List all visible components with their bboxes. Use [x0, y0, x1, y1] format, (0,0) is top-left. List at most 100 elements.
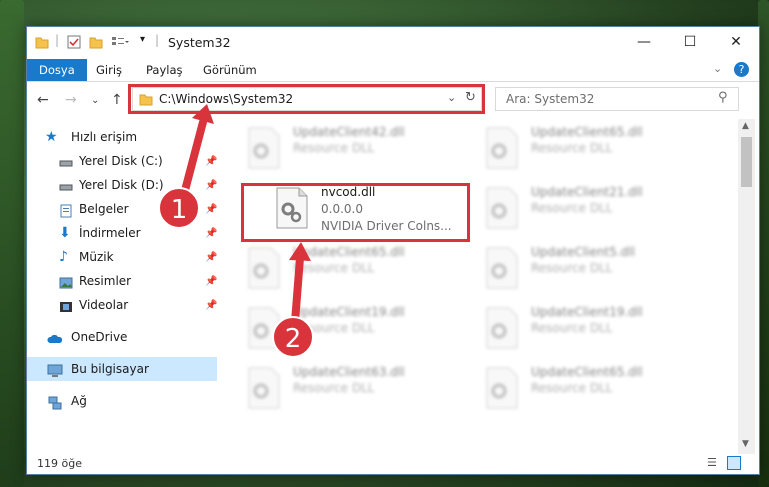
file-highlight	[241, 183, 470, 242]
folder-icon	[35, 35, 49, 52]
tab-file[interactable]: Dosya	[27, 59, 87, 81]
nav-item-label: Yerel Disk (C:)	[79, 154, 163, 168]
quick-access-label: Hızlı erişim	[71, 130, 138, 144]
quick-access-item[interactable]: ★ Hızlı erişim	[27, 125, 217, 149]
file-name: UpdateClient21.dll	[531, 185, 643, 199]
computer-icon	[47, 362, 63, 377]
documents-icon	[59, 202, 73, 218]
file-name: UpdateClient65.dll	[531, 365, 643, 379]
search-input[interactable]: Ara: System32 ⚲	[495, 87, 739, 111]
nav-item-this-pc[interactable]: Bu bilgisayar	[27, 357, 217, 381]
file-tile[interactable]: UpdateClient19.dll Resource DLL	[479, 301, 707, 357]
drive-icon	[59, 154, 73, 168]
item-count: 119 öğe	[37, 457, 82, 470]
file-tile[interactable]: UpdateClient21.dll Resource DLL	[479, 181, 707, 237]
status-bar: 119 öğe ☰	[27, 454, 759, 474]
file-name: UpdateClient19.dll	[293, 305, 405, 319]
scrollbar-thumb[interactable]	[741, 137, 752, 187]
help-icon[interactable]: ?	[734, 62, 749, 77]
nav-item-label: Bu bilgisayar	[71, 362, 149, 376]
pin-icon[interactable]: 📌	[205, 294, 217, 318]
file-description: Resource DLL	[531, 201, 613, 215]
nav-item-label: Ağ	[71, 394, 87, 408]
title-bar: | ▾ | System32 — ☐ ✕	[27, 27, 759, 59]
file-name: UpdateClient19.dll	[531, 305, 643, 319]
step-1-badge: 1	[158, 187, 200, 229]
nav-item-label: Belgeler	[79, 202, 129, 216]
nav-item-onedrive[interactable]: OneDrive	[27, 325, 217, 349]
pin-icon[interactable]: 📌	[205, 270, 217, 294]
nav-item-label: Videolar	[79, 298, 129, 312]
file-description: Resource DLL	[293, 141, 375, 155]
file-description: Resource DLL	[293, 261, 375, 275]
file-name: UpdateClient5.dll	[531, 245, 635, 259]
address-bar-highlight	[128, 84, 485, 114]
dll-file-icon	[485, 247, 519, 289]
file-list: UpdateClient42.dll Resource DLL nvcod.dl…	[241, 119, 735, 454]
window-title: System32	[168, 35, 231, 50]
search-icon[interactable]: ⚲	[718, 90, 728, 105]
back-icon[interactable]: ←	[37, 92, 49, 108]
pictures-icon	[59, 274, 73, 289]
nav-item-music[interactable]: ♪ Müzik 📌	[27, 245, 217, 269]
separator: |	[55, 33, 60, 47]
tab-share[interactable]: Paylaş	[138, 59, 191, 81]
file-description: Resource DLL	[531, 141, 613, 155]
nav-item-label: Resimler	[79, 274, 132, 288]
file-name: UpdateClient65.dll	[293, 245, 405, 259]
nav-item-label: OneDrive	[71, 330, 128, 344]
pin-icon[interactable]: 📌	[205, 174, 217, 198]
file-tile[interactable]: UpdateClient65.dll Resource DLL	[479, 361, 707, 417]
details-view-icon[interactable]: ☰	[707, 456, 717, 469]
nav-item-label: İndirmeler	[79, 226, 141, 240]
tab-view[interactable]: Görünüm	[195, 59, 265, 81]
file-tile[interactable]: UpdateClient63.dll Resource DLL	[241, 361, 469, 417]
recent-locations-icon[interactable]: ⌄	[91, 95, 99, 106]
cloud-icon	[47, 330, 63, 344]
view-options-icon[interactable]	[111, 35, 129, 52]
file-name: UpdateClient63.dll	[293, 365, 405, 379]
vertical-scrollbar[interactable]: ▲ ▼	[738, 119, 755, 454]
expand-ribbon-icon[interactable]: ⌄	[713, 62, 722, 75]
file-name: UpdateClient42.dll	[293, 125, 405, 139]
file-tile[interactable]: UpdateClient65.dll Resource DLL	[241, 241, 469, 297]
tab-home[interactable]: Giriş	[88, 59, 130, 81]
pin-icon[interactable]: 📌	[205, 222, 217, 246]
customize-toolbar-icon[interactable]: ▾	[140, 34, 145, 45]
dll-file-icon	[247, 247, 281, 289]
dll-file-icon	[485, 187, 519, 229]
forward-icon[interactable]: →	[65, 92, 77, 108]
dll-file-icon	[485, 127, 519, 169]
new-folder-icon[interactable]	[89, 35, 103, 52]
properties-icon[interactable]	[67, 35, 81, 52]
maximize-button[interactable]: ☐	[667, 27, 713, 57]
nav-item-drive-c[interactable]: Yerel Disk (C:) 📌	[27, 149, 217, 173]
background-tree-left	[0, 0, 24, 487]
network-icon	[47, 394, 62, 410]
scroll-up-icon[interactable]: ▲	[742, 121, 749, 131]
large-icons-view-icon[interactable]	[727, 456, 741, 470]
close-button[interactable]: ✕	[713, 27, 759, 57]
file-tile[interactable]: UpdateClient65.dll Resource DLL	[479, 121, 707, 177]
scroll-down-icon[interactable]: ▼	[742, 439, 749, 449]
nav-item-videos[interactable]: Videolar 📌	[27, 293, 217, 317]
download-icon: ⬇	[59, 225, 71, 241]
file-tile[interactable]: UpdateClient5.dll Resource DLL	[479, 241, 707, 297]
file-description: Resource DLL	[531, 261, 613, 275]
step-2-badge: 2	[272, 316, 314, 358]
nav-item-pictures[interactable]: Resimler 📌	[27, 269, 217, 293]
nav-item-network[interactable]: Ağ	[27, 389, 217, 413]
file-name: UpdateClient65.dll	[531, 125, 643, 139]
pin-icon[interactable]: 📌	[205, 198, 217, 222]
minimize-button[interactable]: —	[621, 27, 667, 57]
nav-item-label: Müzik	[79, 250, 114, 264]
nav-item-label: Yerel Disk (D:)	[79, 178, 164, 192]
music-icon: ♪	[59, 249, 68, 265]
dll-file-icon	[485, 367, 519, 409]
ribbon-tabs: Dosya Giriş Paylaş Görünüm ⌄ ?	[27, 59, 759, 82]
up-icon[interactable]: ↑	[111, 92, 123, 108]
file-tile[interactable]: UpdateClient42.dll Resource DLL	[241, 121, 469, 177]
dll-file-icon	[247, 127, 281, 169]
pin-icon[interactable]: 📌	[205, 246, 217, 270]
pin-icon[interactable]: 📌	[205, 150, 217, 174]
